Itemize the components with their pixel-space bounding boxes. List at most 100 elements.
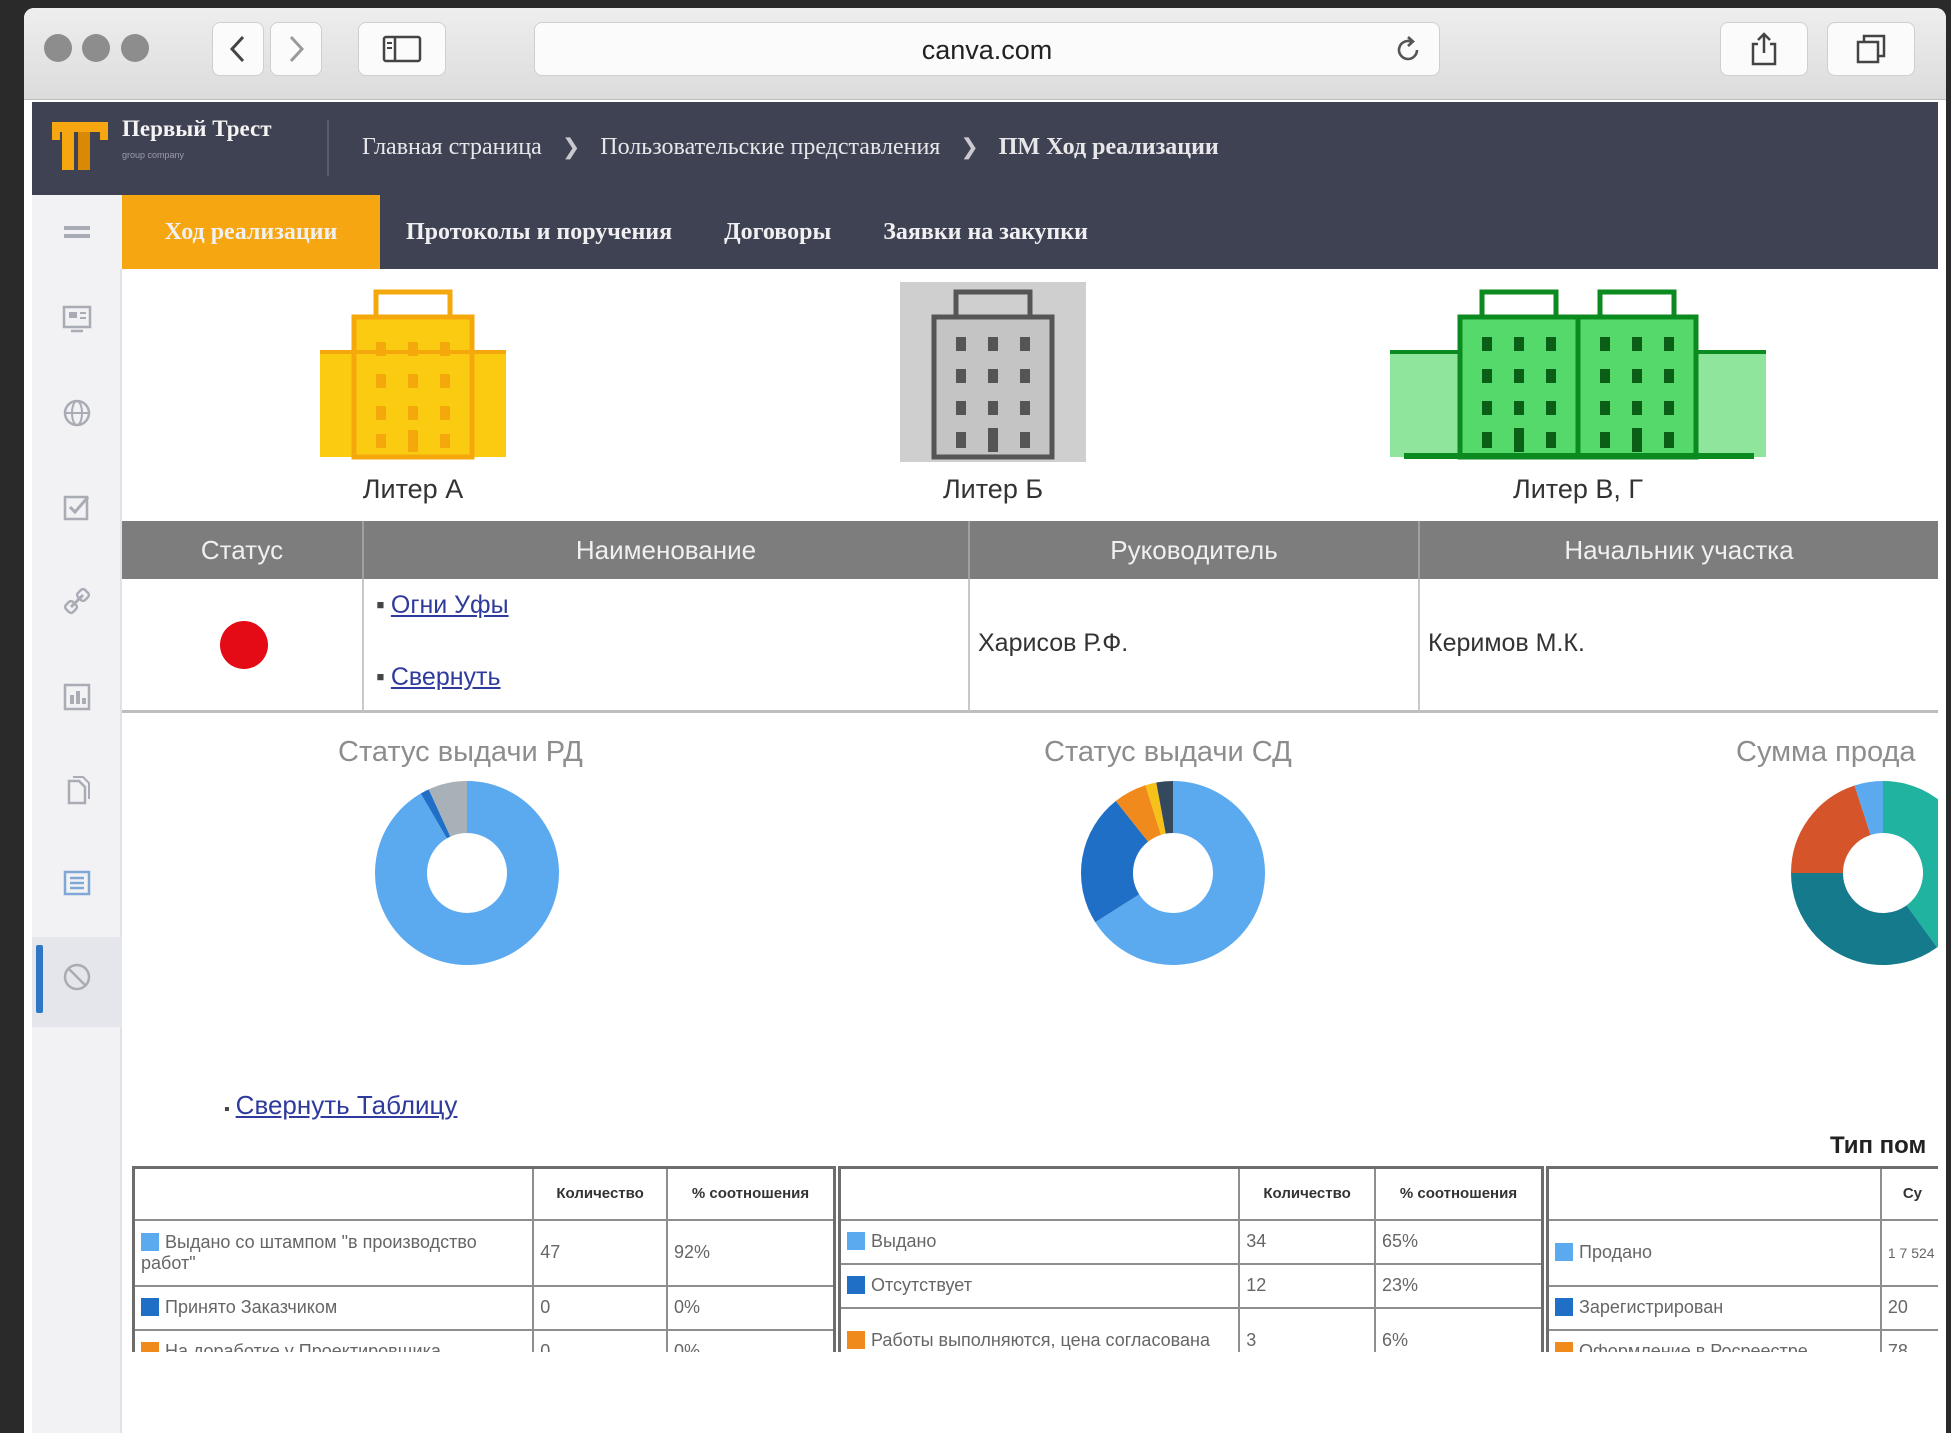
- breadcrumb-user-views[interactable]: Пользовательские представления: [600, 134, 940, 161]
- project-status-table: Статус Наименование Руководитель Начальн…: [122, 521, 1938, 713]
- building-label: Литер Б: [942, 474, 1044, 504]
- close-window-button[interactable]: [44, 34, 72, 62]
- sidebar: [32, 195, 122, 1433]
- donut-slice[interactable]: [1791, 785, 1872, 875]
- donut-slice[interactable]: [420, 789, 451, 839]
- breadcrumb: Главная страница ❯ Пользовательские пред…: [362, 134, 1219, 161]
- rd-status-table: Количество % соотношения Выдано со штамп…: [132, 1166, 836, 1375]
- column-header-sum: Су: [1879, 1166, 1938, 1221]
- tab-protocols[interactable]: Протоколы и поручения: [380, 195, 698, 269]
- column-header-name: Наименование: [364, 521, 970, 579]
- sidebar-toggle-button[interactable]: [358, 22, 446, 76]
- chevron-right-icon: ❯: [960, 135, 979, 160]
- tab-progress[interactable]: Ход реализации: [122, 195, 380, 269]
- status-indicator: [220, 621, 268, 669]
- brand-subtitle: group company: [122, 150, 185, 160]
- donut-slice[interactable]: [1145, 782, 1167, 835]
- legend-swatch: [141, 1232, 159, 1251]
- legend-swatch: [141, 1298, 159, 1316]
- report-icon[interactable]: [57, 677, 97, 717]
- tabs-icon: [1856, 34, 1886, 64]
- collapse-link[interactable]: Свернуть: [391, 663, 501, 691]
- sidebar-icon: [382, 35, 422, 63]
- building-litera-b[interactable]: [900, 282, 1086, 462]
- web-app: Первый Трест group company Главная стран…: [32, 102, 1938, 1433]
- header-divider: [327, 120, 329, 176]
- tab-bar: Ход реализации Протоколы и поручения Дог…: [122, 195, 1938, 269]
- sd-status-donut-chart[interactable]: [1080, 780, 1266, 966]
- table-row: Принято Заказчиком 0 0%: [132, 1284, 836, 1331]
- rd-status-donut-chart[interactable]: [374, 780, 560, 966]
- sd-status-table: Количество % соотношения Выдано 34 65% О…: [838, 1166, 1544, 1375]
- chevron-left-icon: [229, 35, 245, 63]
- tabs-overview-button[interactable]: [1827, 22, 1915, 76]
- forward-button[interactable]: [270, 22, 322, 76]
- table-row: Продано 1 7 524: [1546, 1218, 1938, 1287]
- globe-icon[interactable]: [57, 393, 97, 433]
- sales-type-table: Су Продано 1 7 524 Зарегистрирован 20 Оф…: [1546, 1166, 1938, 1375]
- dashboard-icon[interactable]: [57, 299, 97, 339]
- url-text: canva.com: [921, 35, 1053, 65]
- table-row: Выдано со штампом "в производство работ"…: [132, 1218, 836, 1287]
- project-name-link[interactable]: Огни Уфы: [391, 591, 509, 619]
- donut-slice[interactable]: [1115, 785, 1163, 843]
- chart-title-rd: Статус выдачи РД: [338, 736, 583, 768]
- link-icon[interactable]: [57, 581, 97, 621]
- browser-toolbar: canva.com: [24, 8, 1946, 100]
- site-chief-name: Керимов М.К.: [1428, 629, 1585, 657]
- donut-slice[interactable]: [1156, 781, 1174, 834]
- checklist-icon[interactable]: [57, 487, 97, 527]
- sales-sum-donut-chart[interactable]: [1790, 780, 1938, 966]
- column-header-site-chief: Начальник участка: [1420, 521, 1938, 579]
- list-view-icon[interactable]: [57, 863, 97, 903]
- building-label: Литер А: [362, 474, 464, 504]
- chevron-right-icon: [289, 35, 305, 63]
- legend-swatch: [847, 1276, 865, 1294]
- collapse-table-link[interactable]: Свернуть Таблицу: [236, 1090, 458, 1120]
- chart-title-sales: Сумма прода: [1736, 736, 1916, 768]
- tab-purchase-requests[interactable]: Заявки на закупки: [857, 195, 1114, 269]
- column-header-status: Статус: [122, 521, 364, 579]
- browser-window: canva.com Первый Трест group company Гла…: [24, 8, 1946, 1433]
- reload-icon[interactable]: [1391, 33, 1425, 67]
- share-button[interactable]: [1720, 22, 1808, 76]
- documents-icon[interactable]: [57, 771, 97, 811]
- app-header: Первый Трест group company Главная стран…: [32, 102, 1938, 195]
- column-header-qty: Количество: [1238, 1166, 1376, 1221]
- building-icon: [320, 289, 506, 460]
- table-row: Выдано 34 65%: [838, 1218, 1544, 1265]
- column-header-pct: % соотношения: [1373, 1166, 1544, 1221]
- building-label: Литер В, Г: [1512, 474, 1644, 504]
- breadcrumb-home[interactable]: Главная страница: [362, 134, 542, 161]
- address-bar[interactable]: canva.com: [534, 22, 1440, 76]
- blocked-icon[interactable]: [57, 957, 97, 997]
- legend-swatch: [1555, 1298, 1573, 1316]
- legend-swatch: [1555, 1243, 1573, 1261]
- breadcrumb-current: ПМ Ход реализации: [998, 134, 1219, 160]
- column-header-manager: Руководитель: [970, 521, 1420, 579]
- company-logo: [52, 122, 108, 170]
- share-icon: [1751, 32, 1777, 66]
- donut-slice[interactable]: [1854, 781, 1885, 836]
- sidebar-active-indicator: [36, 945, 43, 1013]
- building-litera-a[interactable]: [320, 282, 506, 462]
- donut-slice[interactable]: [428, 781, 469, 838]
- building-icon: [1390, 289, 1766, 460]
- building-litera-v-g[interactable]: [1390, 282, 1766, 462]
- column-header-pct: % соотношения: [665, 1166, 836, 1221]
- minimize-window-button[interactable]: [82, 34, 110, 62]
- tab-contracts[interactable]: Договоры: [698, 195, 857, 269]
- content-fade: [122, 1352, 1938, 1433]
- column-header-qty: Количество: [532, 1166, 668, 1221]
- chevron-right-icon: ❯: [561, 135, 581, 160]
- table-row: Отсутствует 12 23%: [838, 1262, 1544, 1309]
- zoom-window-button[interactable]: [121, 34, 149, 62]
- chart-title-sd: Статус выдачи СД: [1044, 736, 1292, 768]
- donut-slice[interactable]: [1881, 781, 1938, 948]
- building-icon: [900, 282, 1086, 462]
- back-button[interactable]: [212, 22, 264, 76]
- donut-slice[interactable]: [1081, 800, 1150, 923]
- menu-icon[interactable]: [57, 213, 97, 253]
- brand-name: Первый Трест: [122, 116, 272, 141]
- donut-slice[interactable]: [1791, 871, 1938, 965]
